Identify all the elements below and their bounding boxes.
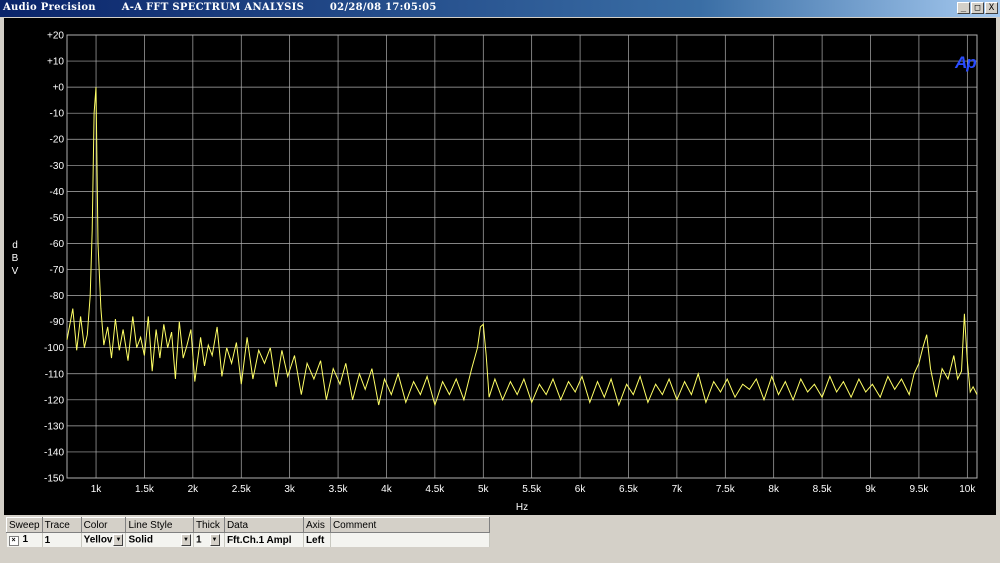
row-select-checkbox[interactable]: ×	[8, 536, 19, 546]
x-tick-label: 5.5k	[522, 484, 542, 495]
x-tick-label: 8.5k	[813, 484, 833, 495]
thick-dropdown-arrow-icon[interactable]: ▼	[209, 534, 220, 546]
y-tick-label: -120	[44, 395, 64, 406]
x-tick-label: 8k	[768, 484, 780, 495]
y-axis-label: dBV	[12, 240, 19, 277]
y-tick-label: -60	[50, 239, 65, 250]
y-tick-label: -150	[44, 474, 64, 485]
y-tick-label: -90	[50, 317, 65, 328]
app-name: Audio Precision	[3, 2, 96, 13]
application-window: Audio Precision A-A FFT SPECTRUM ANALYSI…	[0, 0, 1000, 563]
x-tick-label: 3.5k	[329, 484, 349, 495]
x-tick-label: 1.5k	[135, 484, 155, 495]
line-style-cell[interactable]: Solid ▼	[125, 532, 194, 547]
legend-header-sweep[interactable]: Sweep	[6, 517, 43, 533]
ap-logo: Ap	[955, 53, 977, 72]
title-timestamp: 02/28/08 17:05:05	[329, 2, 437, 13]
legend-row[interactable]: × 1 1 Yellov ▼ Solid ▼ 1 ▼ Fft.Ch.1 Ampl Lef…	[6, 532, 490, 547]
legend-header-data[interactable]: Data	[223, 517, 304, 533]
legend-header-trace[interactable]: Trace	[41, 517, 82, 533]
line-style-dropdown-arrow-icon[interactable]: ▼	[180, 534, 191, 546]
legend-header-line-style[interactable]: Line Style	[125, 517, 194, 533]
sweep-cell[interactable]: × 1	[6, 532, 43, 547]
data-cell[interactable]: Fft.Ch.1 Ampl	[224, 532, 304, 547]
thick-cell[interactable]: 1 ▼	[193, 532, 225, 547]
x-tick-label: 9k	[865, 484, 877, 495]
x-tick-label: 4k	[381, 484, 393, 495]
legend-header-thick[interactable]: Thick	[192, 517, 225, 533]
y-tick-label: -130	[44, 421, 64, 432]
minimize-button[interactable]: _	[957, 2, 970, 14]
comment-cell[interactable]	[330, 532, 490, 547]
x-tick-label: 10k	[959, 484, 976, 495]
x-tick-label: 5k	[478, 484, 490, 495]
y-tick-label: -20	[50, 135, 65, 146]
y-tick-label: -10	[50, 109, 65, 120]
x-tick-label: 1k	[91, 484, 103, 495]
y-tick-label: +20	[47, 31, 64, 42]
close-button[interactable]: X	[985, 2, 998, 14]
y-tick-label: -50	[50, 213, 65, 224]
trace-cell[interactable]: 1	[42, 532, 82, 547]
y-tick-label: -110	[45, 369, 65, 380]
y-tick-label: -100	[44, 343, 64, 354]
x-tick-label: 3k	[284, 484, 296, 495]
y-tick-label: -140	[44, 447, 64, 458]
y-tick-label: +0	[53, 83, 65, 94]
x-tick-label: 4.5k	[425, 484, 445, 495]
trace-legend-panel: Sweep Trace Color Line Style Thick Data Axis Co…	[6, 516, 1000, 563]
legend-header-color[interactable]: Color	[80, 517, 127, 533]
legend-table: Sweep Trace Color Line Style Thick Data Axis Co…	[6, 517, 490, 547]
y-tick-label: -80	[50, 291, 65, 302]
plot-frame	[66, 34, 978, 479]
x-tick-label: 2k	[188, 484, 200, 495]
legend-header-comment[interactable]: Comment	[329, 517, 490, 533]
color-cell[interactable]: Yellov ▼	[81, 532, 127, 547]
axis-cell[interactable]: Left	[303, 532, 331, 547]
x-tick-label: 6k	[575, 484, 587, 495]
y-tick-label: -30	[50, 161, 65, 172]
x-tick-label: 6.5k	[619, 484, 639, 495]
spectrum-trace	[66, 87, 978, 407]
maximize-button[interactable]: □	[971, 2, 984, 14]
x-axis-label: Hz	[516, 502, 528, 513]
y-tick-label: -70	[50, 265, 65, 276]
x-tick-label: 9.5k	[909, 484, 929, 495]
spectrum-plot[interactable]: +20 +10 +0 -10 -20 -30 -40 -50 -60 -70 -80 -90 -100 -…	[4, 18, 996, 515]
fft-chart: +20 +10 +0 -10 -20 -30 -40 -50 -60 -70 -80 -90 -100 -…	[12, 31, 978, 513]
y-tick-label: +10	[47, 57, 64, 68]
y-tick-label: -40	[50, 187, 65, 198]
x-tick-label: 7.5k	[716, 484, 736, 495]
title-bar[interactable]: Audio Precision A-A FFT SPECTRUM ANALYSI…	[0, 0, 1000, 17]
legend-header-axis[interactable]: Axis	[302, 517, 331, 533]
window-title: A-A FFT SPECTRUM ANALYSIS	[121, 2, 305, 13]
x-tick-label: 7k	[672, 484, 684, 495]
x-tick-label: 2.5k	[232, 484, 252, 495]
color-dropdown-arrow-icon[interactable]: ▼	[113, 534, 124, 546]
